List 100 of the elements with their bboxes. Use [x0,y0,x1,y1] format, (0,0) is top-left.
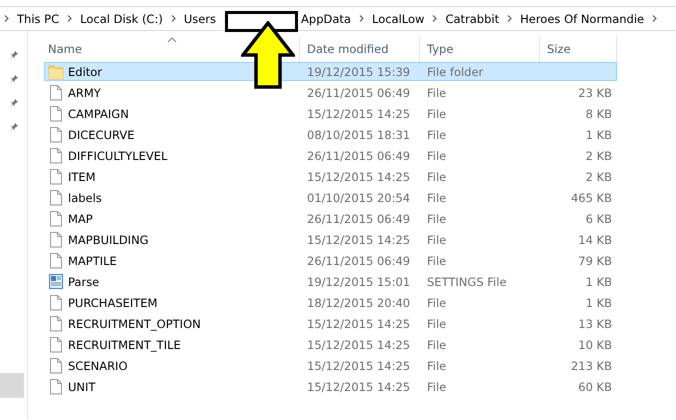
size-cell-text: 14 KB [577,232,613,246]
file-row[interactable]: MAP 26/11/2015 06:49 File 6 KB [44,209,617,228]
file-row[interactable]: ARMY 26/11/2015 06:49 File 23 KB [44,83,617,102]
pin-icon[interactable] [8,74,18,84]
breadcrumb-item[interactable]: This PC [13,12,64,26]
date-cell-text: 15/12/2015 14:25 [306,358,412,372]
file-icon [48,147,64,164]
chevron-icon[interactable] [168,14,178,23]
type-cell-text: File folder [426,64,484,78]
date-cell-text: 26/11/2015 06:49 [306,212,412,226]
file-name: Editor [68,64,102,78]
annotation-arrow [241,21,296,89]
file-row[interactable]: SCENARIO 15/12/2015 14:25 File 213 KB [44,356,617,375]
file-row[interactable]: MAPTILE 26/11/2015 06:49 File 79 KB [44,251,617,270]
file-row[interactable]: DIFFICULTYLEVEL 26/11/2015 06:49 File 2 KB [44,146,617,165]
file-name: MAPTILE [68,254,117,268]
file-name: DICECURVE [68,128,134,142]
chevron-icon[interactable] [650,14,660,23]
chevron-icon[interactable] [65,14,74,23]
type-cell-text: File [426,106,448,120]
file-icon [48,105,64,122]
breadcrumb-item[interactable]: Users [180,12,220,26]
breadcrumb-item[interactable]: LocalLow [368,12,428,26]
file-row[interactable]: Parse 19/12/2015 15:01 SETTINGS File 1 KB [44,272,617,291]
chevron-icon[interactable] [2,14,11,23]
size-cell-text: 1 KB [584,128,613,142]
file-icon [48,126,64,143]
file-name: ITEM [68,170,96,184]
chevron-icon[interactable] [356,14,366,23]
file-icon [48,210,64,227]
type-cell-text: File [426,316,448,330]
date-cell-text: 08/10/2015 18:31 [306,128,412,142]
file-name: RECRUITMENT_TILE [68,338,181,352]
folder-icon [48,63,64,80]
size-cell-text: 13 KB [577,316,613,330]
file-row[interactable]: CAMPAIGN 15/12/2015 14:25 File 8 KB [44,104,617,123]
file-name: MAP [68,212,93,226]
type-cell-text: File [426,128,448,142]
file-row[interactable]: RECRUITMENT_OPTION 15/12/2015 14:25 File 13 KB [44,314,617,333]
file-row[interactable]: Editor 19/12/2015 15:39 File folder [44,62,617,81]
file-icon [48,252,64,269]
date-cell-text: 26/11/2015 06:49 [306,86,412,100]
breadcrumb-item[interactable]: AppData [297,12,355,26]
breadcrumb-item[interactable]: Catrabbit [441,12,504,26]
file-icon [48,168,64,185]
pin-icon[interactable] [8,98,18,108]
file-name: UNIT [68,380,96,394]
date-cell-text: 15/12/2015 14:25 [306,170,412,184]
date-cell-text: 15/12/2015 14:25 [306,316,412,330]
type-cell-text: File [426,148,448,162]
date-cell-text: 15/12/2015 14:25 [306,338,412,352]
type-cell-text: File [426,254,448,268]
type-cell-text: SETTINGS File [426,274,508,288]
sort-caret-icon [166,36,176,43]
file-icon [48,378,64,395]
date-cell-text: 26/11/2015 06:49 [306,254,412,268]
pin-icon[interactable] [8,122,18,132]
settings-file-icon [48,273,64,290]
date-cell-text: 19/12/2015 15:01 [306,274,412,288]
chevron-icon[interactable] [505,14,514,23]
date-cell-text: 15/12/2015 14:25 [306,232,412,246]
type-cell-text: File [426,296,448,310]
chevron-icon[interactable] [430,14,440,23]
file-name: labels [68,190,102,204]
file-name: PURCHASEITEM [68,296,158,310]
pin-icon[interactable] [8,50,18,60]
file-row[interactable]: labels 01/10/2015 20:54 File 465 KB [44,188,617,207]
type-cell-text: File [426,232,448,246]
type-cell-text: File [426,380,448,394]
file-row[interactable]: UNIT 15/12/2015 14:25 File 60 KB [44,377,617,396]
date-cell-text: 26/11/2015 06:49 [306,148,412,162]
file-icon [48,315,64,332]
file-row[interactable]: RECRUITMENT_TILE 15/12/2015 14:25 File 10 KB [44,335,617,354]
file-name: Parse [68,274,100,288]
size-cell-text: 6 KB [584,212,613,226]
date-cell-text: 01/10/2015 20:54 [306,190,412,204]
file-row[interactable]: ITEM 15/12/2015 14:25 File 2 KB [44,167,617,186]
size-cell-text: 213 KB [570,358,613,372]
file-row[interactable]: PURCHASEITEM 18/12/2015 20:40 File 1 KB [44,293,617,312]
file-icon [48,84,64,101]
size-cell-text: 465 KB [570,190,613,204]
size-cell-text: 79 KB [577,254,613,268]
file-row[interactable]: DICECURVE 08/10/2015 18:31 File 1 KB [44,125,617,144]
file-name: ARMY [68,86,101,100]
breadcrumb-item[interactable]: Heroes Of Normandie [516,12,648,26]
type-cell-text: File [426,170,448,184]
file-row[interactable]: MAPBUILDING 15/12/2015 14:25 File 14 KB [44,230,617,249]
scrollbar-thumb[interactable] [0,373,24,398]
date-cell-text: 19/12/2015 15:39 [306,64,412,78]
file-name: SCENARIO [68,358,128,372]
breadcrumb-item[interactable]: Local Disk (C:) [76,12,167,26]
size-cell-text: 2 KB [584,170,613,184]
type-cell-text: File [426,190,448,204]
file-icon [48,336,64,353]
file-name: DIFFICULTYLEVEL [68,148,168,162]
file-icon [48,189,64,206]
size-cell-text: 1 KB [584,274,613,288]
date-cell-text: 15/12/2015 14:25 [306,380,412,394]
file-icon [48,294,64,311]
file-icon [48,231,64,248]
